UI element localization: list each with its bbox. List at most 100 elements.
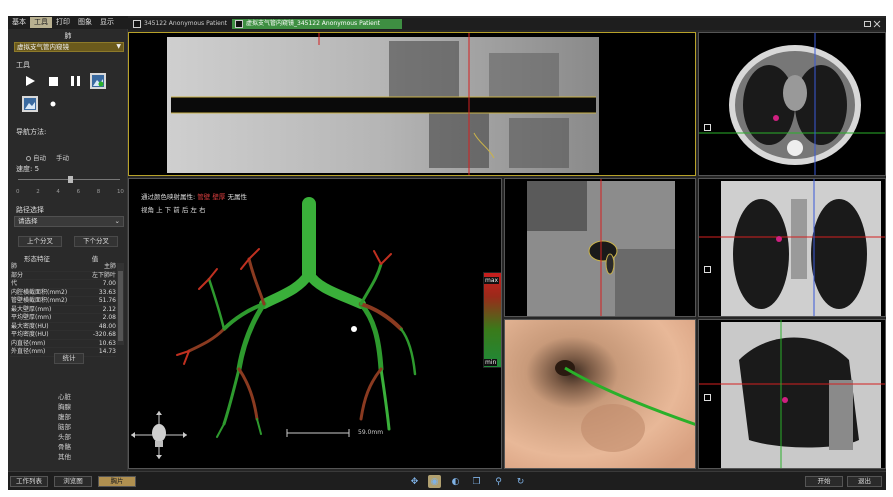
film-button[interactable]: 胸片 [98,476,136,487]
cpr-viewport[interactable] [128,32,696,176]
coronal-select-checkbox[interactable] [704,266,711,273]
table-row: 肺 主肺 [10,263,116,272]
list-item[interactable]: 胸腺 [58,402,71,412]
zoom-icon[interactable]: ⚲ [492,475,505,488]
chevron-down-icon: ⌄ [114,217,120,225]
airway-3d-viewport[interactable]: 通过颜色映射属性: 管壁 壁厚 无属性 视角 上 下 前 后 左 右 59.0m… [128,178,502,469]
prop-key: 平均密度(HU) [11,331,49,338]
worklist-button[interactable]: 工作列表 [10,476,48,487]
menu-item-image[interactable]: 图象 [74,17,96,28]
window-icon [235,20,243,28]
stop-icon [48,76,58,86]
exit-button[interactable]: 退出 [847,476,882,487]
move-icon[interactable]: ✥ [408,475,421,488]
cross-section-viewport[interactable] [504,178,696,317]
color-legend-min: min [484,359,498,366]
table-row: 平均密度(HU) -320.68 [10,331,116,340]
statistics-button[interactable]: 统计 [54,353,84,364]
prop-key: 最大壁厚(mm) [11,305,52,313]
menu-item-print[interactable]: 打印 [52,17,74,28]
start-button[interactable]: 开始 [805,476,843,487]
list-item[interactable]: 其他 [58,452,71,462]
tab-virtual-bronchoscopy[interactable]: 虚拟支气管内窥镜_345122 Anonymous Patient [232,19,402,29]
menu-item-tools[interactable]: 工具 [30,17,52,28]
table-row: 部分 左下肺叶 [10,271,116,280]
nav-mode-auto[interactable]: 自动 [26,152,46,162]
tools-label: 工具 [16,61,30,69]
prop-key: 代 [11,280,18,287]
tab-label: 虚拟支气管内窥镜_345122 Anonymous Patient [246,20,380,27]
left-panel: 基本 工具 打印 图象 显示 肺 虚拟支气管内窥镜 ▼ 工具 导航方法: 自动 … [8,16,128,471]
stop-button[interactable] [45,73,61,89]
sagittal-viewport[interactable] [698,319,886,469]
nav-mode-manual[interactable]: 手动 [56,152,69,162]
path-select[interactable]: 请选择 ⌄ [14,216,124,227]
path-select-value: 请选择 [18,217,38,225]
prop-value: 48.00 [98,322,116,330]
endoscopy-render [505,320,695,468]
radio-icon [26,155,31,161]
snapshot-button[interactable] [90,73,106,89]
prop-value: 7.00 [102,280,116,287]
list-item[interactable]: 心脏 [58,392,71,402]
tab-patient[interactable]: 345122 Anonymous Patient [130,19,230,29]
organ-title: 肺 [64,32,72,40]
coronal-viewport[interactable] [698,178,886,317]
prev-branch-button[interactable]: 上个分叉 [18,236,62,247]
mode-select[interactable]: 虚拟支气管内窥镜 ▼ [14,42,124,52]
axial-select-checkbox[interactable] [704,124,711,131]
export-image-button[interactable] [22,96,38,112]
pause-button[interactable] [67,73,83,89]
speed-tick: 10 [116,189,124,195]
table-row: 平均壁厚(mm) 2.08 [10,314,116,323]
nav-mode-manual-label: 手动 [56,154,69,162]
prop-value: 2.08 [102,314,116,321]
nav-mode-label: 导航方法: [16,128,47,136]
list-item[interactable]: 头部 [58,432,71,442]
prop-key: 内腔横截面积(mm2) [11,288,68,296]
nav-mode-group: 自动 手动 [26,152,69,162]
speed-ticks: 0 2 4 6 8 10 [16,189,124,195]
nav-mode-auto-label: 自动 [33,154,46,162]
window-icon [133,20,141,28]
list-item[interactable]: 脑部 [58,422,71,432]
menu-item-display[interactable]: 显示 [96,17,118,28]
pan-icon[interactable]: ◉ [428,475,441,488]
prop-key: 最大密度(HU) [11,322,49,330]
organ-list: 心脏 胸腺 腹部 脑部 头部 骨骼 其他 [58,392,71,462]
list-item[interactable]: 骨骼 [58,442,71,452]
tab-bar: 345122 Anonymous Patient 虚拟支气管内窥镜_345122… [128,18,886,30]
contrast-icon[interactable]: ◐ [449,475,462,488]
table-row: 管壁横截面积(mm2) 51.76 [10,297,116,306]
orientation-head-icon[interactable] [131,411,187,459]
sagittal-select-checkbox[interactable] [704,394,711,401]
list-item[interactable]: 腹部 [58,412,71,422]
play-button[interactable] [22,73,38,89]
record-button[interactable] [45,96,61,112]
scrollbar-thumb[interactable] [118,271,123,341]
axial-viewport[interactable] [698,32,886,176]
prop-value: 左下肺叶 [91,271,116,279]
speed-tick: 0 [16,189,20,195]
next-branch-button[interactable]: 下个分叉 [74,236,118,247]
property-scrollbar[interactable] [117,263,124,345]
layers-icon[interactable]: ❐ [470,475,483,488]
bottom-toolbar: 工作列表 浏览图 胸片 ✥ ◉ ◐ ❐ ⚲ ↻ 开始 退出 [8,471,886,490]
menu-item-basic[interactable]: 基本 [8,17,30,28]
cross-section-image [527,179,675,316]
property-table-header: 形态特征 值 [8,253,124,263]
rotate-icon[interactable]: ↻ [514,475,527,488]
window-controls[interactable] [864,20,882,30]
color-legend-max: max [484,277,500,284]
browse-button[interactable]: 浏览图 [54,476,92,487]
color-legend-bar [483,272,501,368]
mode-select-value: 虚拟支气管内窥镜 [17,43,69,51]
cpr-image [167,33,599,175]
speed-slider-handle[interactable] [68,176,73,183]
speed-tick: 6 [76,189,81,195]
table-row: 内腔横截面积(mm2) 33.63 [10,288,116,297]
endoscopy-viewport[interactable] [504,319,696,469]
prop-value: 2.12 [102,305,116,313]
column-header-value: 值 [91,255,99,263]
prop-key: 管壁横截面积(mm2) [11,297,68,304]
